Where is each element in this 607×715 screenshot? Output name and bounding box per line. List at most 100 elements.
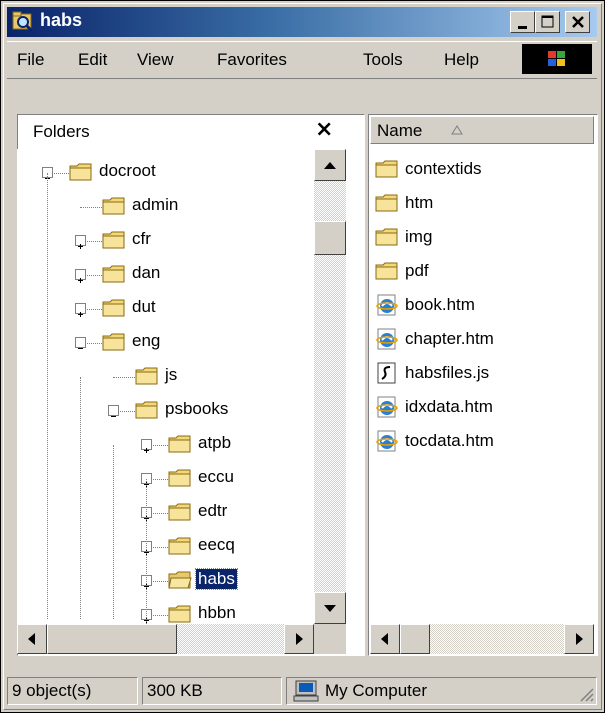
- file-name: pdf: [405, 261, 429, 280]
- zone-label: My Computer: [325, 681, 428, 700]
- tree-item[interactable]: admin: [17, 193, 314, 221]
- scroll-right-button[interactable]: [284, 624, 314, 654]
- tree-item[interactable]: psbooks: [17, 397, 314, 425]
- minimize-button[interactable]: [510, 11, 535, 33]
- close-button[interactable]: [565, 11, 590, 33]
- ie-document-icon: [376, 294, 398, 316]
- file-name: img: [405, 227, 433, 246]
- folder-icon: [168, 469, 191, 487]
- scroll-right-button[interactable]: [564, 624, 594, 654]
- tree-guide-line: [47, 173, 48, 619]
- file-name: idxdata.htm: [405, 397, 493, 416]
- scroll-thumb[interactable]: [400, 624, 430, 654]
- resize-grip-icon[interactable]: [578, 686, 594, 702]
- folder-icon: [168, 435, 191, 453]
- folder-icon: [375, 194, 398, 212]
- maximize-button[interactable]: [535, 11, 560, 33]
- folder-icon: [135, 401, 158, 419]
- file-name: htm: [405, 193, 434, 212]
- tree-item-label: admin: [132, 195, 179, 214]
- tree-item[interactable]: hbbn: [17, 601, 314, 624]
- tree-guide-line: [80, 377, 81, 619]
- menu-edit[interactable]: Edit: [78, 50, 107, 70]
- scroll-down-button[interactable]: [314, 592, 346, 624]
- tree-item-label: cfr: [132, 229, 151, 248]
- tree-item[interactable]: cfr: [17, 227, 314, 255]
- menu-help[interactable]: Help: [444, 50, 479, 70]
- tree-item[interactable]: eng: [17, 329, 314, 357]
- tree-item-label: edtr: [198, 501, 228, 520]
- tree-item[interactable]: atpb: [17, 431, 314, 459]
- tree-item-label: docroot: [99, 161, 156, 180]
- close-icon: [572, 16, 584, 28]
- tree-item[interactable]: eccu: [17, 465, 314, 493]
- ie-document-icon: [376, 328, 398, 350]
- tree-item[interactable]: dut: [17, 295, 314, 323]
- menu-favorites[interactable]: Favorites: [217, 50, 287, 70]
- tree-item-label: habs: [195, 568, 238, 590]
- expand-plus-icon[interactable]: [75, 235, 86, 249]
- tree-item-label: js: [165, 365, 178, 384]
- file-list-item[interactable]: contextids: [373, 157, 588, 185]
- folder-tree-vertical-scrollbar[interactable]: [314, 149, 346, 624]
- tree-item[interactable]: edtr: [17, 499, 314, 527]
- menu-bar: File Edit View Favorites Tools Help: [7, 41, 597, 79]
- title-bar[interactable]: habs: [7, 7, 597, 37]
- file-list-item[interactable]: book.htm: [373, 293, 588, 321]
- windows-logo: [522, 44, 592, 74]
- folders-title: Folders: [33, 122, 90, 141]
- scroll-left-button[interactable]: [370, 624, 400, 654]
- arrow-right-icon: [576, 633, 583, 645]
- file-list-item[interactable]: img: [373, 225, 588, 253]
- file-name: chapter.htm: [405, 329, 494, 348]
- file-list-item[interactable]: chapter.htm: [373, 327, 588, 355]
- name-column-header[interactable]: Name: [370, 116, 594, 144]
- tree-item-label: psbooks: [165, 399, 229, 418]
- file-list-item[interactable]: htm: [373, 191, 588, 219]
- tree-item[interactable]: docroot: [17, 159, 314, 187]
- scroll-thumb[interactable]: [47, 624, 177, 654]
- tree-guide-line: [146, 479, 147, 624]
- file-list-item[interactable]: habsfiles.js: [373, 361, 588, 389]
- tree-item[interactable]: habs: [17, 567, 314, 595]
- folder-icon: [102, 265, 125, 283]
- folder-tree-horizontal-scrollbar[interactable]: [17, 624, 314, 654]
- collapse-minus-icon[interactable]: [108, 405, 119, 417]
- folder-search-icon: [12, 11, 34, 32]
- menu-view[interactable]: View: [137, 50, 174, 70]
- expand-plus-icon[interactable]: [75, 303, 86, 317]
- tree-item-label: dut: [132, 297, 156, 316]
- folder-tree: docroot admin cfr dan dut eng js psbooks atpb ecc…: [17, 149, 314, 624]
- menu-tools[interactable]: Tools: [363, 50, 403, 70]
- menu-file[interactable]: File: [17, 50, 44, 70]
- folders-close-button[interactable]: ×: [315, 117, 333, 142]
- status-bar: 9 object(s) 300 KB My Computer: [7, 677, 597, 707]
- maximize-icon: [541, 15, 554, 28]
- folder-icon: [168, 537, 191, 555]
- file-list-item[interactable]: tocdata.htm: [373, 429, 588, 457]
- folder-icon: [102, 333, 125, 351]
- status-size: 300 KB: [142, 677, 282, 705]
- file-name: book.htm: [405, 295, 475, 314]
- scroll-thumb[interactable]: [314, 221, 346, 255]
- explorer-window: habs File Edit View Favorites Tools Help: [0, 0, 605, 713]
- folder-icon: [375, 228, 398, 246]
- tree-item[interactable]: js: [17, 363, 314, 391]
- tree-guide-line: [113, 445, 114, 619]
- tree-item[interactable]: eecq: [17, 533, 314, 561]
- expand-plus-icon[interactable]: [141, 439, 152, 453]
- expand-plus-icon[interactable]: [75, 269, 86, 283]
- arrow-up-icon: [324, 162, 336, 169]
- windows-flag-icon: [548, 51, 565, 66]
- file-list-item[interactable]: pdf: [373, 259, 588, 287]
- window-title: habs: [40, 10, 83, 30]
- folder-icon: [375, 160, 398, 178]
- file-list-item[interactable]: idxdata.htm: [373, 395, 588, 423]
- scroll-left-button[interactable]: [17, 624, 47, 654]
- scroll-up-button[interactable]: [314, 149, 346, 181]
- collapse-minus-icon[interactable]: [75, 337, 86, 349]
- tree-item[interactable]: dan: [17, 261, 314, 289]
- arrow-right-icon: [296, 633, 303, 645]
- file-list-horizontal-scrollbar[interactable]: [370, 624, 594, 654]
- arrow-down-icon: [324, 605, 336, 612]
